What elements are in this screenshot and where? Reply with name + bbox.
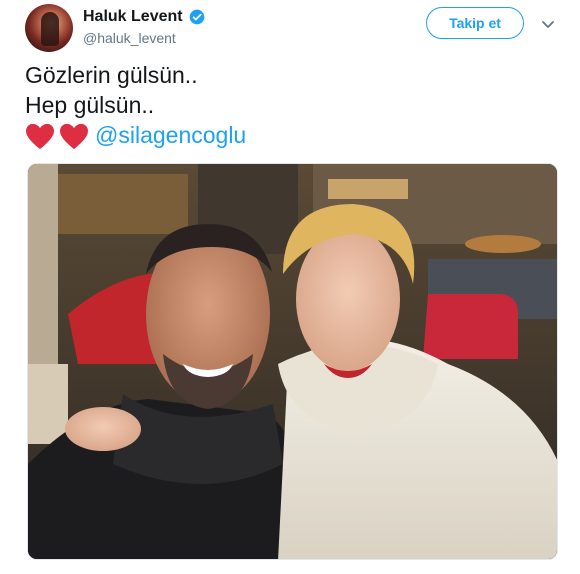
verified-badge-icon xyxy=(189,9,204,25)
author-handle[interactable]: @haluk_levent xyxy=(83,30,176,46)
heart-icon xyxy=(60,123,88,150)
tweet-photo[interactable] xyxy=(27,163,558,560)
tweet-line-1: Gözlerin gülsün.. xyxy=(25,62,198,88)
tweet-text: Gözlerin gülsün.. Hep gülsün.. @silagenc… xyxy=(25,60,246,151)
selfie-image xyxy=(28,164,557,559)
author-name[interactable]: Haluk Levent xyxy=(83,8,183,26)
tweet-card: Haluk Levent @haluk_levent Takip et Gözl… xyxy=(0,0,580,574)
follow-button[interactable]: Takip et xyxy=(426,7,524,39)
tweet-line-2: Hep gülsün.. xyxy=(25,92,155,118)
mention-link[interactable]: @silagencoglu xyxy=(95,122,246,148)
hearts xyxy=(25,123,89,151)
heart-icon xyxy=(26,123,54,150)
author-row: Haluk Levent xyxy=(83,8,205,26)
avatar[interactable] xyxy=(25,4,73,52)
tweet-line-3: @silagencoglu xyxy=(25,120,246,151)
chevron-down-icon[interactable] xyxy=(540,16,556,32)
